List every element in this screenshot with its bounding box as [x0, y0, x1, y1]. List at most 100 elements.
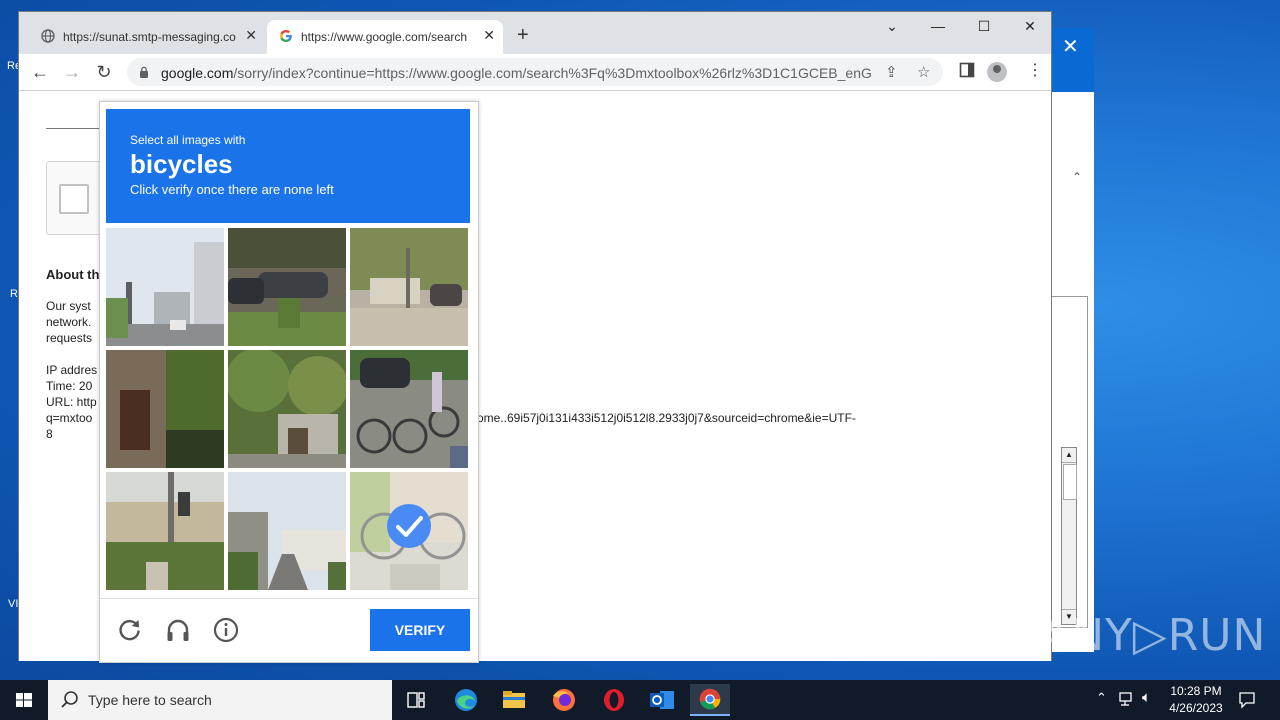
- address-bar[interactable]: google.com/sorry/index?continue=https://…: [127, 58, 943, 86]
- tab-search-chevron-icon[interactable]: ⌄: [877, 18, 907, 35]
- reload-icon[interactable]: ↻: [93, 61, 115, 83]
- garden-house-image: [228, 350, 346, 468]
- captcha-tile[interactable]: [106, 472, 224, 590]
- chevron-up-icon[interactable]: ⌃: [1072, 170, 1082, 184]
- url-line-cont: q=mxtoo: [46, 411, 93, 425]
- captcha-challenge-dialog: Select all images with bicycles Click ve…: [99, 101, 479, 663]
- chrome-icon[interactable]: [690, 684, 730, 716]
- lock-icon[interactable]: [139, 66, 149, 78]
- reload-challenge-icon[interactable]: [117, 617, 143, 643]
- maximize-icon[interactable]: ☐: [969, 18, 999, 35]
- back-arrow-icon[interactable]: ←: [29, 61, 51, 83]
- search-placeholder: Type here to search: [88, 692, 212, 708]
- roadside-trees-image: [350, 228, 468, 346]
- info-icon[interactable]: [213, 617, 239, 643]
- time-line: Time: 20: [46, 379, 93, 393]
- house-entrance-image: [106, 350, 224, 468]
- paragraph-line: Our syst: [46, 299, 91, 313]
- captcha-tile[interactable]: [228, 228, 346, 346]
- ip-line: IP addres: [46, 363, 98, 377]
- edge-icon[interactable]: [446, 684, 486, 716]
- tab-close-icon[interactable]: ✕: [483, 27, 495, 44]
- search-icon: [61, 691, 78, 708]
- desktop-icon-fragment: VI: [8, 598, 19, 610]
- tab-title: https://www.google.com/search: [301, 30, 468, 44]
- system-clock[interactable]: 10:28 PM 4/26/2023: [1160, 683, 1232, 717]
- captcha-target-word: bicycles: [130, 149, 233, 179]
- tab-title: https://sunat.smtp-messaging.co: [63, 30, 236, 44]
- minimize-icon[interactable]: —: [923, 18, 953, 34]
- url-tail-text: ome..69i57j0i131i433i512j0i512l8.2933j0j…: [477, 411, 856, 425]
- captcha-tile[interactable]: [106, 350, 224, 468]
- divider: [46, 128, 106, 129]
- google-g-icon: [280, 30, 292, 42]
- url-path: /sorry/index?continue=https://www.google…: [233, 65, 873, 81]
- url-line-cont: 8: [46, 427, 53, 441]
- captcha-image-grid: [106, 228, 470, 592]
- recaptcha-checkbox[interactable]: [59, 184, 89, 214]
- checkmark-icon: [387, 504, 431, 548]
- volume-icon[interactable]: 🔈︎: [1142, 689, 1151, 706]
- close-icon[interactable]: ✕: [1062, 34, 1079, 59]
- chrome-window: https://sunat.smtp-messaging.co ✕ https:…: [18, 11, 1052, 663]
- captcha-tile[interactable]: [228, 350, 346, 468]
- ip-details: IP addres Time: 20 URL: http q=mxtoo 8: [46, 362, 97, 442]
- url-text: google.com/sorry/index?continue=https://…: [161, 65, 873, 81]
- tab-google-search[interactable]: https://www.google.com/search ✕: [267, 20, 503, 54]
- captcha-tile[interactable]: [228, 472, 346, 590]
- tab-strip: https://sunat.smtp-messaging.co ✕ https:…: [19, 12, 1051, 54]
- headphones-icon[interactable]: [165, 617, 191, 643]
- network-icon[interactable]: [1118, 691, 1136, 707]
- captcha-tile[interactable]: [106, 228, 224, 346]
- opera-icon[interactable]: [594, 684, 634, 716]
- captcha-instruction-top: Select all images with: [130, 133, 246, 147]
- forward-arrow-icon[interactable]: →: [61, 61, 83, 83]
- clock-date: 4/26/2023: [1169, 701, 1223, 715]
- scrollbar[interactable]: ▲ ▼: [1061, 447, 1077, 625]
- share-icon[interactable]: ⇪: [885, 63, 898, 81]
- tab-sunat[interactable]: https://sunat.smtp-messaging.co ✕: [29, 20, 265, 54]
- background-window: ✕ ⌃ ▲ ▼: [1050, 28, 1094, 652]
- scroll-up-arrow-icon[interactable]: ▲: [1062, 448, 1076, 463]
- window-close-icon[interactable]: ✕: [1015, 18, 1045, 35]
- captcha-tile[interactable]: [350, 350, 468, 468]
- captcha-tile[interactable]: [350, 228, 468, 346]
- traffic-light-image: [106, 472, 224, 590]
- task-view-icon[interactable]: [396, 684, 436, 716]
- background-window-listbox: ▲ ▼: [1050, 296, 1088, 628]
- narrow-street-image: [228, 472, 346, 590]
- captcha-header: Select all images with bicycles Click ve…: [106, 109, 470, 223]
- captcha-tile-selected[interactable]: [350, 472, 468, 590]
- side-panel-icon[interactable]: [959, 62, 975, 78]
- scrollbar-thumb[interactable]: [1063, 464, 1077, 500]
- profile-avatar-icon[interactable]: [987, 62, 1007, 82]
- globe-icon: [41, 29, 55, 43]
- watermark-logo: ANY▷RUN: [1040, 610, 1267, 661]
- explanation-paragraph: Our syst network. requests: [46, 298, 92, 346]
- firefox-icon[interactable]: [544, 684, 584, 716]
- paragraph-line: network.: [46, 315, 92, 329]
- paragraph-line: requests: [46, 331, 93, 345]
- verify-button[interactable]: VERIFY: [370, 609, 470, 651]
- bookmark-star-icon[interactable]: ☆: [917, 63, 930, 81]
- tab-close-icon[interactable]: ✕: [245, 27, 257, 44]
- desktop-icon-fragment: R: [10, 288, 18, 300]
- browser-toolbar: ← → ↻ google.com/sorry/index?continue=ht…: [19, 54, 1051, 91]
- url-line: URL: http: [46, 395, 97, 409]
- captcha-instruction-bottom: Click verify once there are none left: [130, 182, 334, 197]
- file-explorer-icon[interactable]: [494, 684, 534, 716]
- notification-icon[interactable]: [1238, 691, 1256, 709]
- taskbar-search-box[interactable]: Type here to search: [48, 680, 392, 720]
- background-window-titlebar: ✕: [1050, 28, 1094, 92]
- kebab-menu-icon[interactable]: ⋮: [1027, 60, 1043, 80]
- captcha-footer: VERIFY: [100, 598, 478, 663]
- parked-cars-image: [228, 228, 346, 346]
- outlook-icon[interactable]: [642, 684, 682, 716]
- taskbar: Type here to search ⌃ 🔈︎ 10:28 PM 4/26/2…: [0, 680, 1280, 720]
- new-tab-plus-icon[interactable]: +: [517, 24, 529, 47]
- show-hidden-icons-chevron-icon[interactable]: ⌃: [1096, 690, 1107, 706]
- bicycle-image: [350, 472, 468, 590]
- windows-start-icon[interactable]: [0, 680, 48, 720]
- street-buildings-image: [106, 228, 224, 346]
- about-heading: About th: [46, 267, 100, 282]
